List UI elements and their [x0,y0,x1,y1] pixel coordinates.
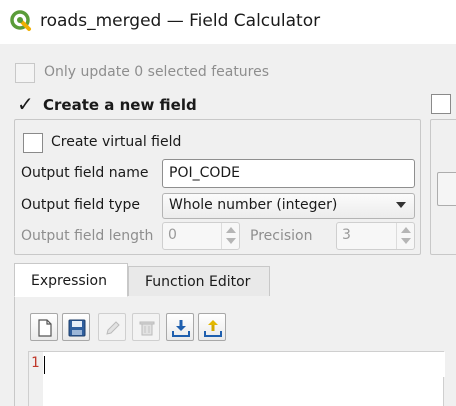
edit-button[interactable] [98,313,126,341]
create-new-field-label: Create a new field [43,96,197,114]
only-update-selected-checkbox[interactable] [15,63,35,83]
delete-button[interactable] [132,313,160,341]
update-existing-field-checkbox[interactable] [431,94,451,114]
save-button[interactable] [62,313,90,341]
tab-expression[interactable]: Expression [14,263,128,297]
spin-down-icon [226,238,236,244]
new-file-button[interactable] [30,313,58,341]
spin-buttons[interactable] [396,223,414,249]
precision-label: Precision [250,228,313,244]
spin-up-icon [226,227,236,233]
output-field-type-value: Whole number (integer) [169,197,338,213]
tab-function-editor[interactable]: Function Editor [128,266,270,297]
output-field-length-spinbox[interactable]: 0 [162,222,240,250]
spin-up-icon [401,227,411,233]
current-line-highlight [43,352,445,377]
line-number: 1 [31,355,40,371]
export-button[interactable] [198,313,226,341]
qgis-logo-icon [10,10,31,31]
edit-pencil-icon [106,321,120,335]
spin-down-icon [401,238,411,244]
text-cursor [44,356,45,374]
expression-editor[interactable]: 1 [28,351,445,406]
spin-buttons[interactable] [221,223,239,249]
output-field-length-value: 0 [168,227,177,243]
create-virtual-field-label: Create virtual field [51,134,182,150]
import-button[interactable] [166,313,194,341]
new-file-icon [38,319,52,337]
upload-export-icon [204,320,222,337]
window-title: roads_merged — Field Calculator [40,11,321,31]
only-update-selected-label: Only update 0 selected features [44,64,270,80]
output-field-type-select[interactable]: Whole number (integer) [162,193,415,219]
download-import-icon [172,320,190,337]
output-field-name-label: Output field name [21,165,149,181]
create-virtual-field-checkbox[interactable] [23,133,43,153]
save-icon [68,319,86,337]
title-bar: roads_merged — Field Calculator [0,0,456,44]
output-field-length-label: Output field length [21,228,154,244]
precision-value: 3 [342,227,351,243]
existing-field-dropdown[interactable] [437,172,456,206]
trash-icon [139,321,155,336]
chevron-down-icon [396,202,406,208]
create-new-field-checkbox[interactable]: ✓ [17,93,34,115]
output-field-name-input[interactable]: POI_CODE [162,159,415,188]
precision-spinbox[interactable]: 3 [336,222,415,250]
output-field-type-label: Output field type [21,197,141,213]
